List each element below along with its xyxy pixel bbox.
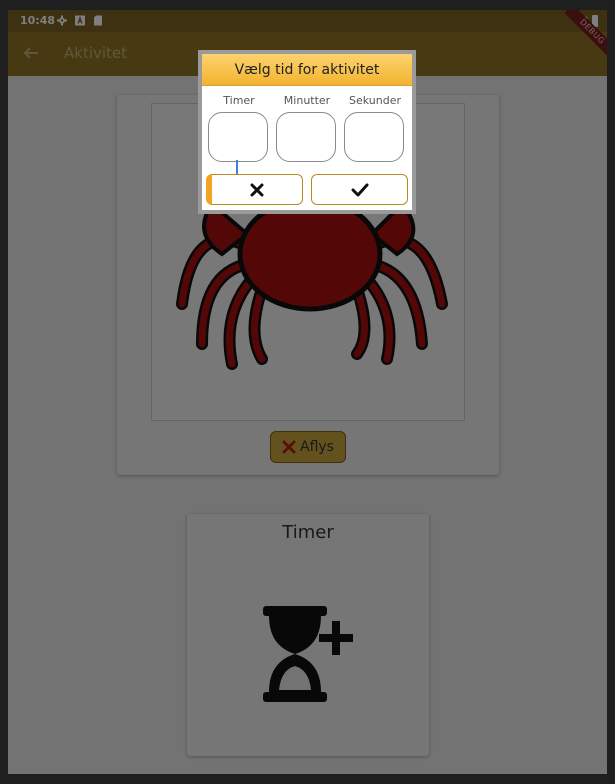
hours-label: Timer <box>223 94 255 107</box>
seconds-input[interactable] <box>344 112 404 162</box>
app-screen: 10:48 Aktivitet DEBUG <box>8 10 607 774</box>
hours-input[interactable] <box>208 112 268 162</box>
minutes-input[interactable] <box>276 112 336 162</box>
dialog-confirm-button[interactable] <box>311 174 408 205</box>
hours-field: Timer <box>208 94 270 196</box>
close-icon <box>250 183 264 196</box>
seconds-field: Sekunder <box>344 94 406 162</box>
minutes-field: Minutter <box>276 94 338 162</box>
minutes-label: Minutter <box>283 94 331 107</box>
seconds-label: Sekunder <box>349 94 401 107</box>
time-picker-dialog: Vælg tid for aktivitet Timer Minutter Se… <box>198 50 416 214</box>
dialog-cancel-button[interactable] <box>206 174 303 205</box>
check-icon <box>351 183 368 196</box>
dialog-title: Vælg tid for aktivitet <box>202 54 412 86</box>
